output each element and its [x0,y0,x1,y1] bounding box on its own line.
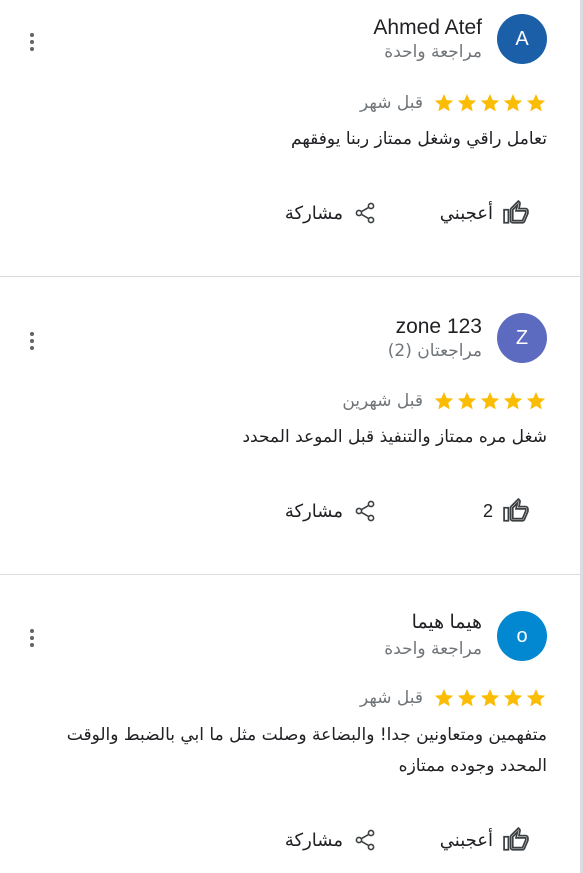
star-icon [434,94,454,112]
share-button[interactable]: مشاركة [285,196,377,230]
share-icon [353,499,377,523]
rating-row: قبل شهر [360,687,547,709]
like-button[interactable]: أعجبني [440,823,529,857]
review-card: Z zone 123 مراجعتان (2) قبل شهرين شغل مر… [0,277,580,574]
more-options-icon[interactable] [22,626,42,650]
review-text: متفهمين ومتعاونين جدا! والبضاعة وصلت مثل… [66,725,547,776]
star-icon [480,392,500,410]
star-icon [480,94,500,112]
avatar[interactable]: A [497,14,547,64]
reviewer-name[interactable]: zone 123 [396,315,482,339]
review-time: قبل شهر [360,93,423,113]
star-icon [457,392,477,410]
review-time: قبل شهرين [342,391,423,411]
like-label: أعجبني [439,202,493,224]
star-icon [503,689,523,707]
star-icon [503,94,523,112]
star-rating [433,390,547,412]
star-icon [480,689,500,707]
star-rating [433,687,547,709]
star-icon [526,689,546,707]
like-button[interactable]: أعجبني [440,196,529,230]
reviewer-review-count: مراجعة واحدة [384,42,482,62]
reviewer-review-count: مراجعتان (2) [387,341,482,361]
star-icon [434,392,454,410]
reviewer-review-count: مراجعة واحدة [384,639,482,659]
more-options-icon[interactable] [22,329,42,353]
star-icon [457,689,477,707]
star-icon [526,392,546,410]
share-button[interactable]: مشاركة [285,823,377,857]
avatar[interactable]: Z [497,313,547,363]
thumbs-up-icon [503,498,529,524]
like-button[interactable]: 2 [483,494,529,528]
more-options-icon[interactable] [22,30,42,54]
share-label: مشاركة [284,500,343,522]
review-text: تعامل راقي وشغل ممتاز ربنا يوفقهم [291,129,547,149]
review-card: A Ahmed Atef مراجعة واحدة قبل شهر تعامل … [0,0,580,276]
share-label: مشاركة [284,829,343,851]
share-label: مشاركة [284,202,343,224]
like-count: 2 [482,500,493,521]
rating-row: قبل شهرين [342,390,547,412]
rating-row: قبل شهر [360,92,547,114]
review-time: قبل شهر [360,688,423,708]
like-label: أعجبني [439,829,493,851]
share-button[interactable]: مشاركة [285,494,377,528]
avatar[interactable]: o [497,611,547,661]
star-icon [503,392,523,410]
reviewer-name[interactable]: هيما هيما [412,611,482,634]
thumbs-up-icon [503,200,529,226]
star-icon [526,94,546,112]
thumbs-up-icon [503,827,529,853]
star-rating [433,92,547,114]
star-icon [434,689,454,707]
review-card: o هيما هيما مراجعة واحدة قبل شهر متفهمين… [0,575,580,873]
review-text: شغل مره ممتاز والتنفيذ قبل الموعد المحدد [242,427,547,447]
share-icon [353,201,377,225]
star-icon [457,94,477,112]
reviewer-name[interactable]: Ahmed Atef [373,16,482,40]
share-icon [353,828,377,852]
